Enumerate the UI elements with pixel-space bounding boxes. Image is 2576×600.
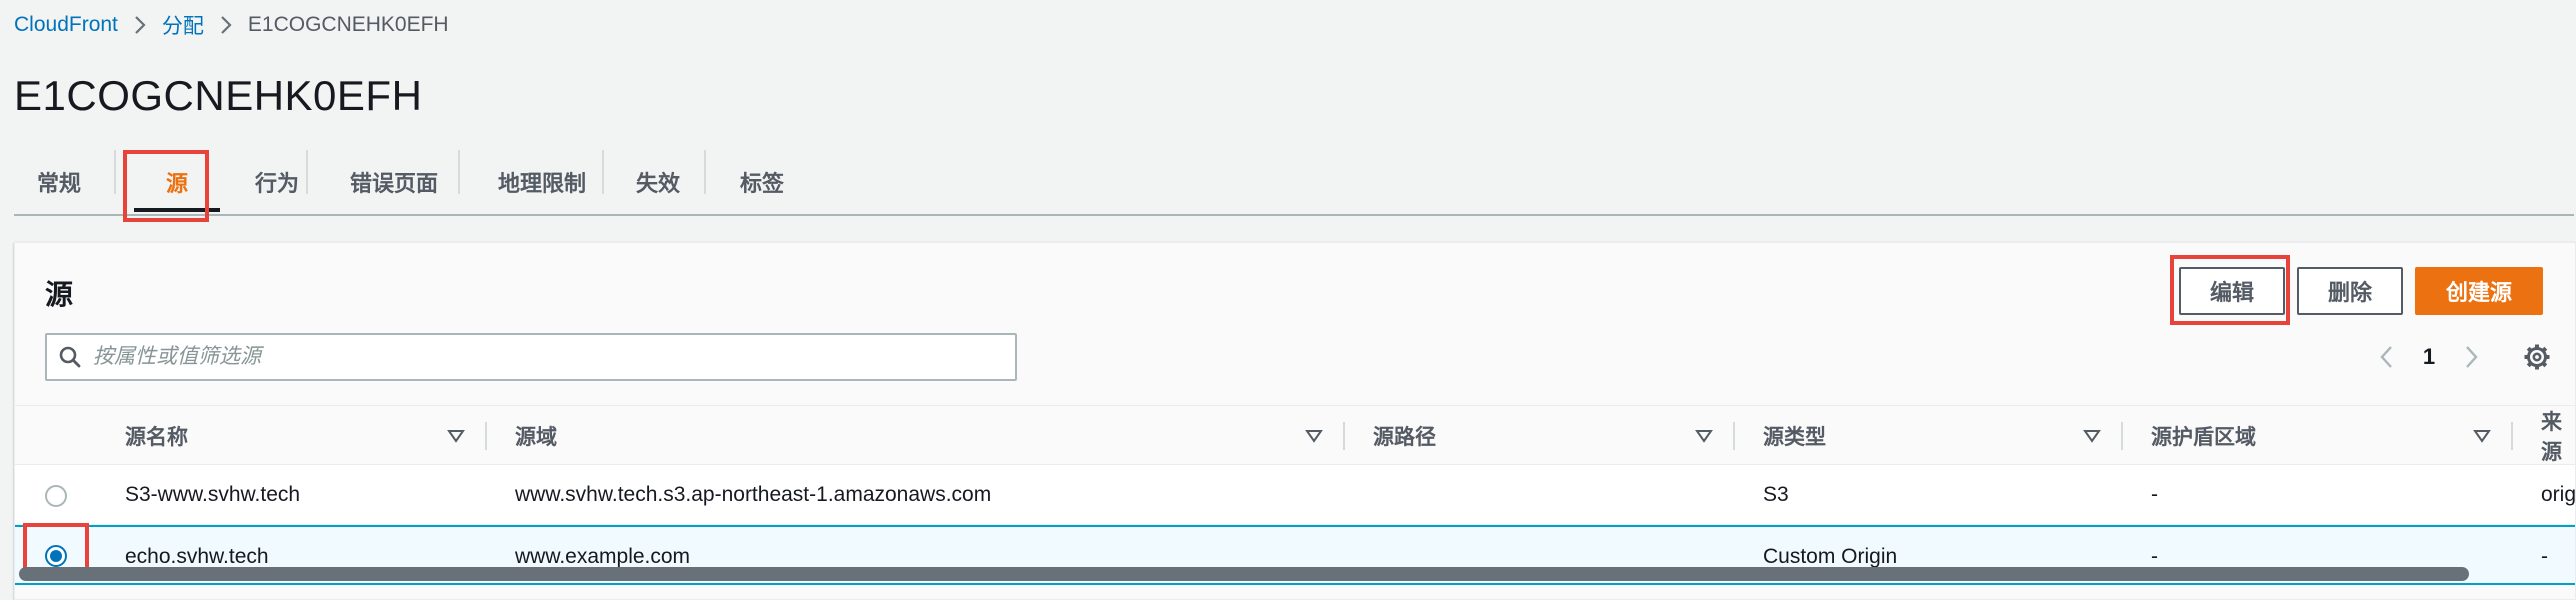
cell-origin-type: S3 [1763, 483, 1789, 506]
page-title: E1COGCNEHK0EFH [14, 72, 423, 119]
cell-origin-access: orig [2541, 483, 2576, 506]
cell-origin-access: - [2541, 545, 2548, 568]
tab-geo-restrictions[interactable]: 地理限制 [462, 148, 622, 216]
column-divider [2511, 422, 2513, 450]
breadcrumb-current: E1COGCNEHK0EFH [247, 13, 449, 36]
column-divider [1733, 422, 1735, 450]
cell-origin-shield: - [2151, 483, 2158, 506]
row-select-radio[interactable] [45, 485, 67, 507]
sort-caret-icon[interactable] [2083, 422, 2103, 450]
edit-button[interactable]: 编辑 [2179, 267, 2285, 315]
create-origin-button[interactable]: 创建源 [2415, 267, 2543, 315]
tab-general[interactable]: 常规 [14, 148, 104, 216]
search-input[interactable] [93, 345, 993, 369]
chevron-right-icon[interactable] [2451, 337, 2491, 377]
chevron-left-icon[interactable] [2367, 337, 2407, 377]
column-header-origin-domain[interactable]: 源域 [515, 406, 557, 466]
column-header-origin-access[interactable]: 来源 [2541, 406, 2575, 466]
panel-title: 源 [45, 279, 74, 310]
delete-button[interactable]: 删除 [2297, 267, 2403, 315]
table-header: 源名称 源域 源路径 源类型 源护盾区域 来源 [15, 405, 2575, 465]
sort-caret-icon[interactable] [447, 422, 467, 450]
tab-bar: 常规 源 行为 错误页面 地理限制 失效 标签 [14, 148, 2574, 216]
chevron-right-icon [216, 10, 236, 40]
tab-behaviors[interactable]: 行为 [232, 148, 322, 216]
search-icon [47, 335, 93, 379]
row-select-radio[interactable] [45, 545, 67, 567]
tab-error-pages[interactable]: 错误页面 [314, 148, 474, 216]
sort-caret-icon[interactable] [2473, 422, 2493, 450]
column-divider [1343, 422, 1345, 450]
cell-origin-domain: www.svhw.tech.s3.ap-northeast-1.amazonaw… [515, 483, 992, 506]
table-row[interactable]: S3-www.svhw.tech www.svhw.tech.s3.ap-nor… [15, 465, 2576, 525]
breadcrumb-distributions-link[interactable]: 分配 [162, 10, 204, 40]
breadcrumb-cloudfront-link[interactable]: CloudFront [14, 13, 118, 37]
column-header-origin-name[interactable]: 源名称 [125, 406, 188, 466]
gear-icon[interactable] [2517, 337, 2557, 377]
tab-divider [114, 150, 116, 194]
filter-search [45, 333, 1017, 381]
chevron-right-icon [130, 10, 150, 40]
page-number[interactable]: 1 [2407, 344, 2451, 370]
tab-divider [306, 150, 308, 194]
column-divider [485, 422, 487, 450]
column-divider [2121, 422, 2123, 450]
tab-invalidations[interactable]: 失效 [608, 148, 708, 216]
tab-divider [602, 150, 604, 194]
cell-origin-name: S3-www.svhw.tech [125, 483, 301, 506]
tab-origins[interactable]: 源 [122, 148, 232, 216]
pagination: 1 [2367, 331, 2557, 383]
column-header-origin-path[interactable]: 源路径 [1373, 406, 1436, 466]
origins-panel: 源 编辑 删除 创建源 1 [14, 242, 2576, 600]
sort-caret-icon[interactable] [1695, 422, 1715, 450]
horizontal-scrollbar[interactable] [19, 567, 2469, 581]
tab-tags[interactable]: 标签 [712, 148, 812, 216]
column-header-origin-shield-region[interactable]: 源护盾区域 [2151, 406, 2256, 466]
sort-caret-icon[interactable] [1305, 422, 1325, 450]
tab-divider [704, 150, 706, 194]
column-header-origin-type[interactable]: 源类型 [1763, 406, 1826, 466]
origins-table: 源名称 源域 源路径 源类型 源护盾区域 来源 S3-www.svhw.tech… [15, 405, 2576, 585]
tab-divider [458, 150, 460, 194]
breadcrumb: CloudFront 分配 E1COGCNEHK0EFH [14, 10, 449, 40]
